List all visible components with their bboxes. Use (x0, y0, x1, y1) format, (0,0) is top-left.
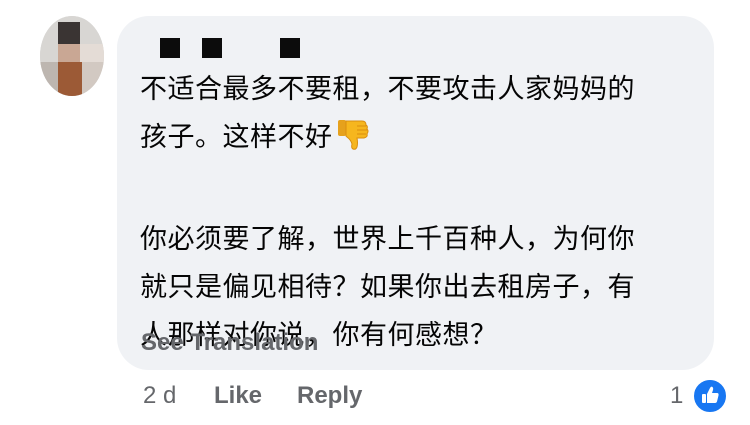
comment-line: 不适合最多不要租，不要攻击人家妈妈的 (140, 74, 635, 105)
see-translation-link[interactable]: See Translation (141, 329, 318, 357)
timestamp[interactable]: 2 d (143, 382, 176, 410)
avatar[interactable] (40, 16, 104, 96)
comment-text: 不适合最多不要租，不要攻击人家妈妈的 孩子。这样不好 你必须要了解，世界上千百种… (140, 66, 700, 360)
comment-line-text: 孩子。这样不好 (140, 122, 333, 153)
comment-line: 就只是偏见相待？如果你出去租房子，有 (140, 272, 635, 303)
avatar-pixel (58, 44, 80, 62)
redaction-block (280, 38, 300, 58)
comment-container: 不适合最多不要租，不要攻击人家妈妈的 孩子。这样不好 你必须要了解，世界上千百种… (0, 0, 750, 425)
avatar-pixel (80, 44, 104, 62)
comment-line: 你必须要了解，世界上千百种人，为何你 (140, 224, 635, 255)
redaction-block (202, 38, 222, 58)
avatar-pixel (58, 22, 80, 44)
avatar-pixel (58, 62, 82, 96)
reaction-count: 1 (670, 382, 684, 409)
redaction-block (160, 38, 180, 58)
comment-actions: 2 d Like Reply (0, 380, 750, 416)
avatar-pixel (82, 62, 104, 96)
thumbs-down-icon (335, 116, 371, 168)
comment-line: 孩子。这样不好 (140, 114, 700, 168)
like-reaction-icon (692, 378, 728, 414)
reply-button[interactable]: Reply (297, 382, 362, 410)
avatar-pixel (40, 62, 58, 96)
like-button[interactable]: Like (214, 382, 262, 410)
